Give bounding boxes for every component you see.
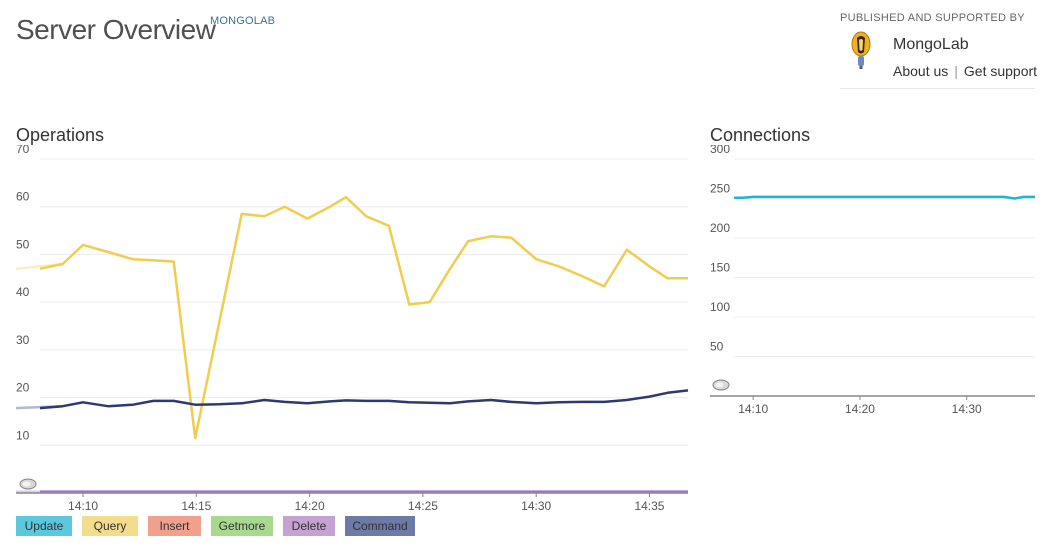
operations-y-tick-label: 30	[16, 333, 30, 347]
connections-y-tick-label: 200	[710, 221, 730, 235]
operations-title: Operations	[16, 125, 105, 145]
legend-query-label: Query	[93, 519, 127, 533]
operations-y-tick-label: 70	[16, 145, 30, 156]
operations-x-tick-label: 14:10	[68, 499, 98, 513]
connections-y-tick-label: 150	[710, 261, 730, 275]
connections-x-tick-label: 14:20	[845, 402, 875, 416]
operations-y-tick-label: 10	[16, 428, 30, 442]
connections-y-tick-label: 300	[710, 145, 730, 156]
operations-x-tick-label: 14:25	[408, 499, 438, 513]
legend-getmore[interactable]: Getmore	[211, 516, 273, 536]
page-title: Server Overview	[16, 14, 216, 45]
connections-range-handle-grip	[715, 382, 724, 388]
connections-x-tick-label: 14:30	[952, 402, 982, 416]
operations-y-tick-label: 40	[16, 285, 30, 299]
operations-y-tick-label: 20	[16, 381, 30, 395]
operations-range-handle-grip	[22, 481, 31, 487]
operations-series-command	[39, 389, 689, 410]
operations-y-tick-label: 50	[16, 237, 30, 251]
legend-query[interactable]: Query	[82, 516, 138, 536]
legend-update[interactable]: Update	[16, 516, 72, 536]
publisher-divider	[840, 88, 1035, 89]
operations-x-tick-label: 14:20	[295, 499, 325, 513]
connections-y-tick-label: 100	[710, 300, 730, 314]
connections-title: Connections	[710, 125, 811, 145]
link-separator: |	[954, 63, 958, 79]
published-by-label: PUBLISHED AND SUPPORTED BY	[840, 12, 1025, 24]
operations-x-tick-label: 14:30	[521, 499, 551, 513]
legend-command[interactable]: Command	[345, 516, 415, 536]
legend-command-label: Command	[352, 519, 408, 533]
provider-badge: MONGOLAB	[210, 15, 276, 27]
connections-x-tick-label: 14:10	[738, 402, 768, 416]
publisher-name: MongoLab	[893, 36, 969, 53]
legend-delete[interactable]: Delete	[283, 516, 335, 536]
legend-insert[interactable]: Insert	[148, 516, 201, 536]
legend-delete-label: Delete	[291, 519, 327, 533]
legend-update-label: Update	[24, 519, 64, 533]
operations-y-tick-label: 60	[16, 190, 30, 204]
connections-y-tick-label: 50	[710, 340, 724, 354]
connections-chart: 50 100 150 200 250 300 14:10 14:20 14:30	[710, 145, 1035, 416]
legend-getmore-label: Getmore	[218, 519, 266, 533]
operations-x-tick-label: 14:15	[181, 499, 211, 513]
mongolab-logo-icon	[851, 31, 871, 69]
operations-chart: 10 20 30 40 50 60 70 14:10 14:15 14:20 14:25 14:30 1…	[15, 145, 689, 513]
operations-legend: Update Query Insert Getmore Delete Comma…	[16, 516, 425, 536]
connections-y-tick-label: 250	[710, 182, 730, 196]
about-us-link[interactable]: About us	[893, 63, 948, 79]
get-support-link[interactable]: Get support	[964, 63, 1037, 79]
legend-insert-label: Insert	[159, 519, 190, 533]
operations-x-tick-label: 14:35	[634, 499, 664, 513]
publisher-links: About us | Get support	[893, 63, 1037, 79]
